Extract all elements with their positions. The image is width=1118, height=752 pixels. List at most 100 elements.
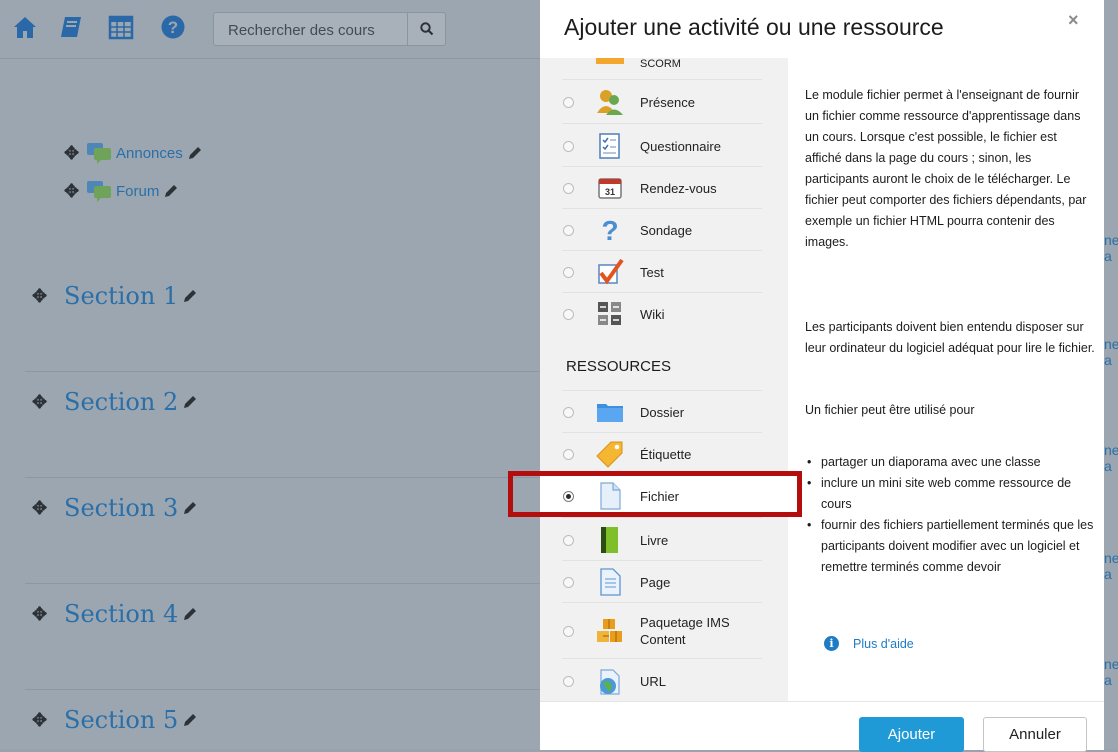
radio-button[interactable]: [563, 406, 574, 418]
section-title[interactable]: Section 4: [64, 600, 178, 628]
module-fichier[interactable]: Fichier: [540, 475, 788, 517]
pencil-icon[interactable]: [182, 500, 198, 516]
section-3[interactable]: ✥ Section 3: [32, 488, 198, 528]
tag-icon: [596, 441, 623, 468]
pencil-icon[interactable]: [182, 394, 198, 410]
move-icon[interactable]: ✥: [64, 143, 86, 164]
description-paragraph: Les participants doivent bien entendu di…: [805, 320, 1095, 355]
radio-button[interactable]: [563, 182, 574, 194]
section-divider: [25, 583, 540, 584]
section-divider: [25, 477, 540, 478]
row-divider: [562, 123, 762, 124]
radio-button[interactable]: [563, 224, 574, 236]
item-label: Rendez-vous: [640, 180, 717, 196]
use-list: partager un diaporama avec une classe in…: [805, 452, 1095, 578]
svg-text:?: ?: [168, 18, 178, 37]
section-4[interactable]: ✥ Section 4: [32, 594, 198, 634]
move-icon[interactable]: ✥: [64, 181, 86, 202]
radio-button[interactable]: [563, 675, 574, 687]
item-label: Étiquette: [640, 446, 692, 462]
radio-button[interactable]: [563, 96, 574, 108]
section-title[interactable]: Section 1: [64, 282, 178, 310]
item-label: URL: [640, 673, 667, 689]
edge-link[interactable]: ne a: [1104, 336, 1118, 368]
item-label: Page: [640, 574, 671, 590]
module-wiki[interactable]: Wiki: [540, 293, 788, 335]
module-questionnaire[interactable]: Questionnaire: [540, 125, 788, 167]
item-label: Test: [640, 264, 664, 280]
close-icon[interactable]: ×: [1068, 10, 1079, 31]
module-rendez-vous[interactable]: 31 Rendez-vous: [540, 167, 788, 209]
radio-button[interactable]: [563, 308, 574, 320]
book-icon[interactable]: [58, 14, 84, 40]
module-test[interactable]: Test: [540, 251, 788, 293]
section-title[interactable]: Section 5: [64, 706, 178, 734]
section-title[interactable]: Section 2: [64, 388, 178, 416]
activity-list[interactable]: SCORM Présence Questionnaire 31 Rendez-v…: [540, 58, 788, 701]
edge-link[interactable]: ne a: [1104, 232, 1118, 264]
move-icon[interactable]: ✥: [32, 604, 64, 625]
radio-button[interactable]: [563, 140, 574, 152]
edge-link[interactable]: ne a: [1104, 656, 1118, 688]
radio-button[interactable]: [563, 534, 574, 546]
calendar-icon: 31: [598, 178, 622, 199]
section-5[interactable]: ✥ Section 5: [32, 700, 198, 740]
section-2[interactable]: ✥ Section 2: [32, 382, 198, 422]
item-label: Dossier: [640, 404, 685, 420]
row-divider: [562, 517, 762, 518]
module-etiquette[interactable]: Étiquette: [540, 433, 788, 475]
calendar-icon[interactable]: [108, 14, 134, 40]
search-input[interactable]: Rechercher des cours: [213, 12, 408, 46]
pencil-icon[interactable]: [163, 183, 179, 199]
cancel-button[interactable]: Annuler: [983, 717, 1087, 752]
move-icon[interactable]: ✥: [32, 286, 64, 307]
item-label: Wiki: [640, 306, 665, 322]
activity-forum[interactable]: ✥ Forum: [64, 180, 179, 202]
module-sondage[interactable]: ? Sondage: [540, 209, 788, 251]
module-paquetage-ims[interactable]: Paquetage IMS Content: [540, 605, 788, 657]
home-icon[interactable]: [12, 14, 38, 40]
edge-link[interactable]: ne a: [1104, 550, 1118, 582]
module-url[interactable]: URL: [540, 660, 788, 701]
help-link-label[interactable]: Plus d'aide: [853, 637, 914, 651]
radio-button-selected[interactable]: [563, 490, 574, 502]
row-divider: [562, 79, 762, 80]
row-divider: [562, 602, 762, 603]
checkmark-icon: [598, 258, 624, 285]
pencil-icon[interactable]: [182, 288, 198, 304]
radio-button[interactable]: [563, 448, 574, 460]
edge-link[interactable]: ne a: [1104, 442, 1118, 474]
help-icon[interactable]: ?: [160, 14, 186, 40]
question-mark-icon: ?: [601, 215, 618, 245]
move-icon[interactable]: ✥: [32, 710, 64, 731]
item-label: SCORM: [640, 58, 681, 68]
module-dossier[interactable]: Dossier: [540, 391, 788, 433]
attendance-icon: [597, 90, 623, 115]
activity-link[interactable]: Annonces: [116, 145, 183, 162]
help-link[interactable]: i Plus d'aide: [824, 636, 914, 651]
row-divider: [562, 658, 762, 659]
section-1[interactable]: ✥ Section 1: [32, 276, 198, 316]
search-button[interactable]: [408, 12, 446, 46]
section-title[interactable]: Section 3: [64, 494, 178, 522]
module-presence[interactable]: Présence: [540, 81, 788, 123]
file-icon: [600, 482, 621, 510]
description-paragraph: Le module fichier permet à l'enseignant …: [805, 88, 1087, 249]
activity-link[interactable]: Forum: [116, 183, 159, 200]
add-button[interactable]: Ajouter: [859, 717, 964, 752]
module-livre[interactable]: Livre: [540, 519, 788, 561]
module-page[interactable]: Page: [540, 561, 788, 603]
pencil-icon[interactable]: [182, 606, 198, 622]
radio-button[interactable]: [563, 625, 574, 637]
item-label: Fichier: [640, 488, 680, 504]
info-icon: i: [824, 636, 839, 651]
activity-annonces[interactable]: ✥ Annonces: [64, 142, 203, 164]
radio-button[interactable]: [563, 266, 574, 278]
move-icon[interactable]: ✥: [32, 498, 64, 519]
pencil-icon[interactable]: [182, 712, 198, 728]
radio-button[interactable]: [563, 576, 574, 588]
scorm-icon: [596, 58, 624, 64]
description-paragraph: Un fichier peut être utilisé pour: [805, 403, 975, 417]
pencil-icon[interactable]: [187, 145, 203, 161]
move-icon[interactable]: ✥: [32, 392, 64, 413]
